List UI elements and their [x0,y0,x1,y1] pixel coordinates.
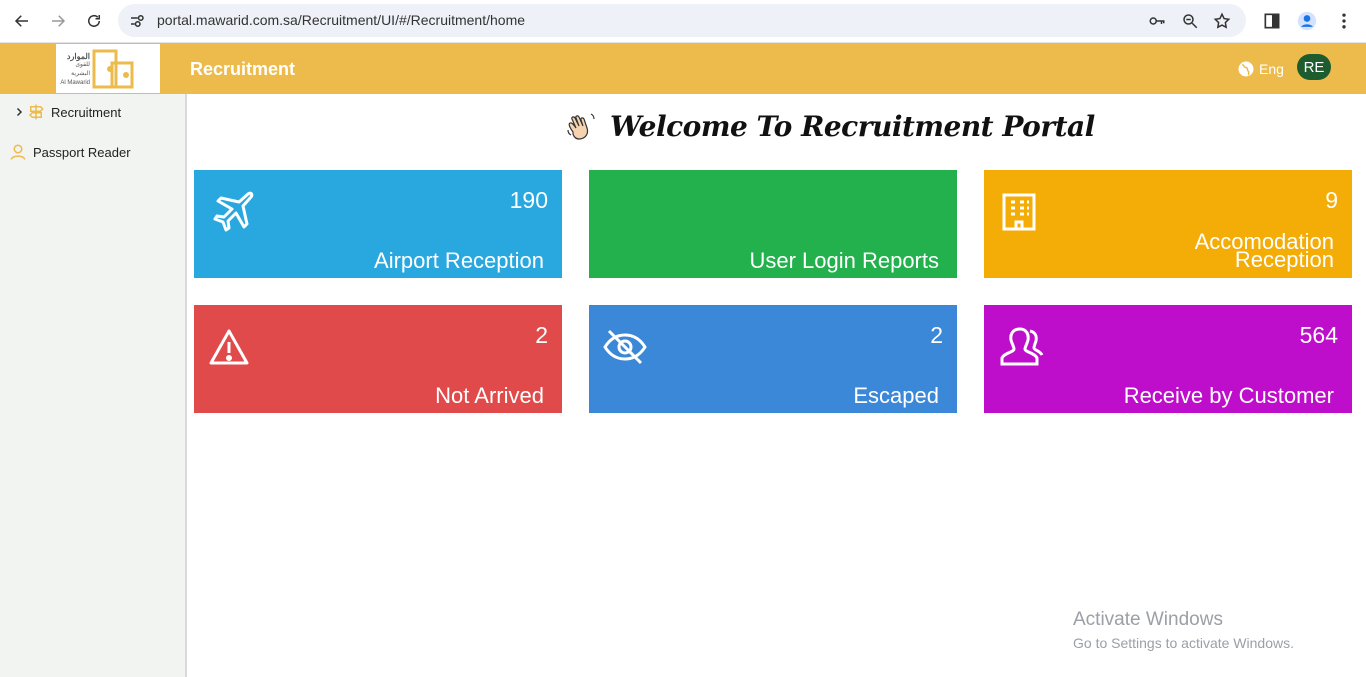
eye-slash-icon [603,329,647,365]
card-user-login-reports[interactable]: User Login Reports [589,170,957,278]
card-airport-reception[interactable]: 190 Airport Reception [194,170,562,278]
card-label: Airport Reception [374,248,544,273]
card-accomodation-reception[interactable]: 9 Accomodation Reception [984,170,1352,278]
site-settings-icon[interactable] [128,12,146,30]
zoom-icon[interactable] [1181,12,1199,30]
waving-hand-icon [567,113,595,140]
airplane-icon [213,191,254,232]
reload-button[interactable] [79,6,109,36]
windows-activation-watermark: Activate Windows Go to Settings to activ… [1073,609,1294,651]
card-count: 9 [1325,187,1338,213]
back-button[interactable] [7,6,37,36]
watermark-line1: Activate Windows [1073,609,1223,630]
card-label: Escaped [853,383,939,408]
language-label: Eng [1259,61,1284,77]
arrow-left-icon [14,15,28,27]
address-bar[interactable]: portal.mawarid.com.sa/Recruitment/UI/#/R… [118,4,1246,37]
chevron-right-icon [16,107,23,117]
profile-icon[interactable] [1297,11,1317,31]
page-title: Recruitment [190,59,296,79]
card-not-arrived[interactable]: 2 Not Arrived [194,305,562,413]
arrow-right-icon [52,15,66,27]
users-icon [1000,327,1044,366]
warning-icon [209,329,249,365]
signpost-icon [28,104,44,120]
card-receive-by-customer[interactable]: 564 Receive by Customer [984,305,1352,413]
side-panel-icon[interactable] [1262,11,1282,31]
card-count: 2 [930,322,943,348]
company-logo[interactable]: الموارد للقوى البشرية Al Mawarid [56,44,160,93]
kebab-menu-icon[interactable] [1334,11,1354,31]
logo-latin-text: Al Mawarid [60,80,90,86]
building-icon [1002,193,1036,231]
logo-mark-icon [92,49,134,89]
reload-icon [88,14,100,27]
card-escaped[interactable]: 2 Escaped [589,305,957,413]
card-label: Receive by Customer [1123,383,1334,408]
user-outline-icon [10,144,26,160]
globe-icon [1238,61,1254,77]
card-label: Accomodation Reception [1195,231,1334,271]
card-label: User Login Reports [749,248,939,273]
star-icon[interactable] [1213,12,1231,30]
card-count: 564 [1299,322,1338,348]
card-count: 190 [509,187,548,213]
watermark-line2: Go to Settings to activate Windows. [1073,635,1294,651]
sidebar-item-passport-reader[interactable]: Passport Reader [9,143,131,161]
card-count: 2 [535,322,548,348]
logo-arabic-text: الموارد [66,52,90,61]
user-avatar[interactable]: RE [1297,54,1331,80]
welcome-heading: Welcome To Recruitment Portal [564,108,1095,144]
welcome-title: Welcome To Recruitment Portal [610,109,1095,143]
logo-arabic-subtext: للقوى البشرية [71,62,90,77]
language-selector[interactable]: Eng [1237,60,1284,78]
sidebar-item-label: Recruitment [51,104,122,120]
sidebar-item-label: Passport Reader [33,144,131,160]
app-header: الموارد للقوى البشرية Al Mawarid Recruit… [0,43,1366,94]
forward-button[interactable] [43,6,73,36]
card-label: Not Arrived [435,383,544,408]
sidebar-item-recruitment[interactable]: Recruitment [13,103,121,121]
key-icon[interactable] [1148,12,1166,30]
url-text: portal.mawarid.com.sa/Recruitment/UI/#/R… [157,12,526,28]
sidebar: Recruitment Passport Reader [0,94,187,677]
browser-toolbar: portal.mawarid.com.sa/Recruitment/UI/#/R… [0,0,1366,43]
